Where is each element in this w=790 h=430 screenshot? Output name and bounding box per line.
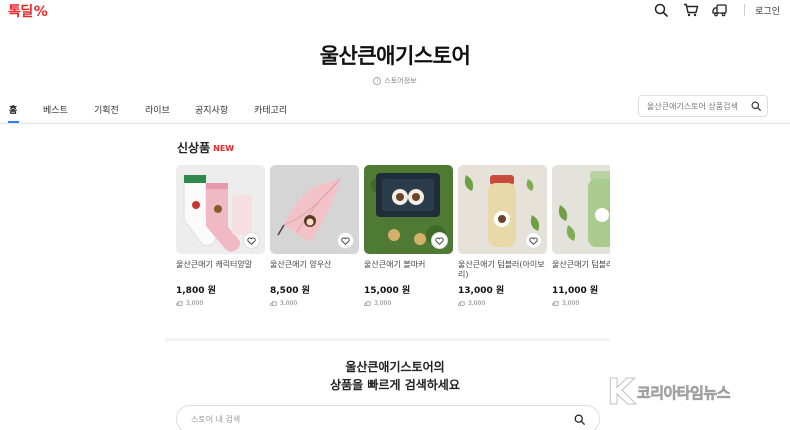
search-icon[interactable] — [751, 101, 761, 111]
product-price: 13,000 원 — [458, 286, 505, 296]
new-badge: NEW — [213, 144, 235, 153]
delivery-truck-icon — [270, 301, 277, 306]
active-tab-indicator — [8, 121, 19, 123]
product-name[interactable]: 울산큰애기 캐릭터양말 — [176, 260, 265, 280]
tab-exhibition[interactable]: 기획전 — [94, 103, 119, 116]
tab-best[interactable]: 베스트 — [43, 103, 68, 116]
product-name[interactable]: 울산큰애기 볼마커 — [364, 260, 453, 280]
top-bar: 톡딜% 로그인 — [0, 0, 790, 20]
wishlist-heart-icon[interactable] — [337, 232, 354, 249]
product-card[interactable]: 울산큰애기 텀블러(아이보리) 13,000 원 3,000 — [458, 165, 547, 307]
wishlist-heart-icon[interactable] — [243, 232, 260, 249]
watermark-letter: K — [607, 371, 636, 413]
login-link[interactable]: 로그인 — [755, 4, 780, 17]
product-price: 15,000 원 — [364, 286, 411, 296]
tab-live[interactable]: 라이브 — [145, 103, 170, 116]
header-divider — [744, 4, 746, 16]
watermark-logo: K 코리아타임뉴스 — [607, 371, 731, 413]
shipping-fee-value: 3,000 — [374, 300, 392, 307]
logo[interactable]: 톡딜% — [8, 1, 48, 21]
store-search-placeholder: 울산큰애기스토어 상품검색 — [647, 101, 738, 111]
tab-category[interactable]: 카테고리 — [254, 103, 287, 116]
store-info-label: 스토어정보 — [384, 77, 417, 85]
tab-home[interactable]: 홈 — [9, 103, 17, 116]
shipping-fee-value: 3,000 — [186, 300, 204, 307]
product-image-umbrella[interactable] — [270, 165, 359, 254]
delivery-truck-icon — [458, 301, 465, 306]
info-icon: i — [373, 77, 382, 85]
product-image-tumbler-ivory[interactable] — [458, 165, 547, 254]
section-divider — [165, 338, 610, 341]
store-info-link[interactable]: i 스토어정보 — [0, 76, 790, 86]
header-actions: 로그인 — [642, 0, 780, 20]
in-store-search-placeholder: 스토어 내 검색 — [191, 414, 241, 424]
new-products-title: 신상품 NEW — [177, 139, 234, 156]
product-name[interactable]: 울산큰애기 텀블러(아이보리) — [458, 260, 547, 280]
wishlist-heart-icon[interactable] — [431, 232, 448, 249]
shipping-fee: 3,000 — [458, 300, 547, 307]
delivery-truck-icon — [176, 301, 183, 306]
product-name[interactable]: 울산큰애기 양우산 — [270, 260, 359, 280]
new-products-carousel[interactable]: 울산큰애기 캐릭터양말 1,800 원 3,000 울산큰애기 양우산 8,50… — [176, 165, 610, 325]
shipping-fee: 3,000 — [552, 300, 610, 307]
store-nav: 홈 베스트 기획전 라이브 공지사항 카테고리 울산큰애기스토어 상품검색 — [0, 93, 790, 124]
delivery-truck-icon — [364, 301, 371, 306]
product-card[interactable]: 울산큰애기 텀블러(그린) 11,000 원 3,000 — [552, 165, 610, 307]
shipping-fee-value: 3,000 — [468, 300, 486, 307]
product-image-socks[interactable] — [176, 165, 265, 254]
cart-icon[interactable] — [680, 1, 702, 19]
delivery-truck-icon[interactable] — [710, 1, 732, 19]
in-store-search-input[interactable]: 스토어 내 검색 — [176, 405, 600, 430]
product-card[interactable]: 울산큰애기 캐릭터양말 1,800 원 3,000 — [176, 165, 265, 307]
product-name[interactable]: 울산큰애기 텀블러(그린) — [552, 260, 610, 280]
logo-percent-symbol: % — [33, 4, 48, 20]
store-search-input[interactable]: 울산큰애기스토어 상품검색 — [638, 95, 768, 117]
product-card[interactable]: 울산큰애기 볼마커 15,000 원 3,000 — [364, 165, 453, 307]
product-image-ball-marker[interactable] — [364, 165, 453, 254]
delivery-truck-icon — [552, 301, 559, 306]
new-products-heading: 신상품 — [177, 141, 211, 155]
shipping-fee: 3,000 — [364, 300, 453, 307]
shipping-fee-value: 3,000 — [562, 300, 580, 307]
shipping-fee: 3,000 — [176, 300, 265, 307]
logo-text: 톡딜 — [8, 4, 33, 20]
product-image-tumbler-green[interactable] — [552, 165, 610, 254]
search-icon[interactable] — [574, 414, 585, 425]
product-card[interactable]: 울산큰애기 양우산 8,500 원 3,000 — [270, 165, 359, 307]
shipping-fee-value: 3,000 — [280, 300, 298, 307]
product-price: 8,500 원 — [270, 286, 310, 296]
tab-notice[interactable]: 공지사항 — [195, 103, 228, 116]
shipping-fee: 3,000 — [270, 300, 359, 307]
wishlist-heart-icon[interactable] — [525, 232, 542, 249]
watermark-text: 코리아타임뉴스 — [636, 383, 731, 402]
store-title: 울산큰애기스토어 — [319, 44, 471, 68]
product-price: 1,800 원 — [176, 286, 216, 296]
search-icon[interactable] — [650, 1, 672, 19]
product-price: 11,000 원 — [552, 286, 599, 296]
